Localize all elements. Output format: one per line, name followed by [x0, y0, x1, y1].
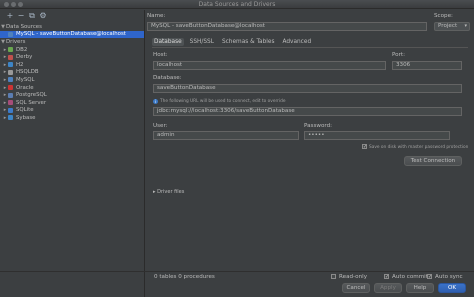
tree-item-driver[interactable]: ▸ Sybase	[0, 114, 144, 122]
test-connection-button[interactable]: Test Connection	[404, 156, 462, 166]
copy-icon[interactable]: ⧉	[28, 11, 36, 20]
tab-ssh-ssl[interactable]: SSH/SSL	[188, 38, 216, 46]
read-only-label: Read-only	[339, 274, 368, 280]
driver-files-toggle[interactable]: ▸ Driver files	[153, 189, 184, 195]
scope-select-value: Project	[438, 23, 458, 29]
auto-sync-label: Auto sync	[435, 274, 463, 280]
database-driver-icon	[8, 54, 13, 60]
tree-item-driver[interactable]: ▸ HSQLDB	[0, 69, 144, 77]
database-label: Database:	[153, 75, 182, 81]
name-field[interactable]: MySQL - saveButtonDatabase@localhost	[147, 22, 427, 31]
database-driver-icon	[8, 107, 13, 113]
tree-group-drivers[interactable]: ▼ Drivers	[0, 38, 144, 46]
tree-item-label: SQL Server	[16, 99, 47, 106]
chevron-down-icon: ▾	[464, 23, 467, 29]
tree-item-label: Oracle	[16, 84, 34, 91]
tree-item-driver[interactable]: ▸ SQL Server	[0, 99, 144, 107]
drivers-list: ▸ DB2 ▸ Derby ▸ H2 ▸ HSQLDB ▸ MySQL ▸ Oracle ▸ Postgr…	[0, 46, 144, 122]
sidebar: + − ⧉ ⚙ ▼ Data Sources MySQL - saveButto…	[0, 10, 145, 297]
save-password-checkbox[interactable]: ✓	[362, 144, 367, 150]
scope-label: Scope:	[434, 13, 453, 19]
status-summary: 0 tables 0 procedures	[154, 274, 215, 280]
database-driver-icon	[8, 62, 13, 68]
tab-database[interactable]: Database	[152, 38, 184, 46]
port-field[interactable]: 3306	[392, 61, 462, 70]
tree-item-label: MySQL - saveButtonDatabase@localhost	[16, 31, 126, 38]
database-field[interactable]: saveButtonDatabase	[153, 84, 462, 93]
driver-files-label: Driver files	[157, 189, 185, 195]
read-only-checkbox[interactable]	[331, 274, 336, 279]
tree-item-driver[interactable]: ▸ DB2	[0, 46, 144, 54]
database-driver-icon	[8, 69, 13, 75]
settings-icon[interactable]: ⚙	[39, 11, 47, 20]
url-field[interactable]: jdbc:mysql://localhost:3306/saveButtonDa…	[153, 107, 462, 116]
tree-item-label: PostgreSQL	[16, 92, 47, 99]
tree-group-data-sources[interactable]: ▼ Data Sources	[0, 23, 144, 31]
tree-item-selected-source[interactable]: MySQL - saveButtonDatabase@localhost	[0, 30, 144, 39]
tree-item-label: Derby	[16, 54, 33, 61]
info-icon: i	[153, 99, 158, 104]
footer-divider	[0, 271, 474, 272]
tree-item-driver[interactable]: ▸ Oracle	[0, 84, 144, 92]
tree-item-label: H2	[16, 61, 24, 68]
password-label: Password:	[304, 123, 333, 129]
url-info-text: The following URL will be used to connec…	[160, 99, 286, 104]
apply-button[interactable]: Apply	[374, 283, 402, 293]
auto-sync-checkbox[interactable]: ✓	[427, 274, 432, 280]
port-label: Port:	[392, 52, 405, 58]
tree-group-label: Drivers	[6, 38, 26, 45]
host-label: Host:	[153, 52, 168, 58]
user-label: User:	[153, 123, 168, 129]
database-driver-icon	[8, 85, 13, 91]
title-bar: Data Sources and Drivers	[0, 0, 474, 9]
database-driver-icon	[8, 47, 13, 53]
tree-item-label: MySQL	[16, 76, 35, 83]
tab-strip: Database SSH/SSL Schemas & Tables Advanc…	[152, 38, 313, 46]
main-panel: Name: MySQL - saveButtonDatabase@localho…	[146, 10, 474, 297]
tree-item-driver[interactable]: ▸ Derby	[0, 53, 144, 61]
tree-group-label: Data Sources	[6, 23, 42, 30]
window-title: Data Sources and Drivers	[198, 1, 276, 8]
help-button[interactable]: Help	[406, 283, 434, 293]
tree-item-driver[interactable]: ▸ SQLite	[0, 107, 144, 115]
database-driver-icon	[8, 100, 13, 106]
tree-item-driver[interactable]: ▸ PostgreSQL	[0, 91, 144, 99]
tree-item-label: Sybase	[16, 114, 36, 121]
auto-commit-checkbox[interactable]: ✓	[384, 274, 389, 280]
tree-item-label: HSQLDB	[16, 69, 39, 76]
tree-item-driver[interactable]: ▸ MySQL	[0, 76, 144, 84]
scope-select[interactable]: Project ▾	[434, 22, 470, 31]
tab-schemas-tables[interactable]: Schemas & Tables	[220, 38, 277, 46]
sidebar-toolbar: + − ⧉ ⚙	[0, 10, 144, 21]
tree-item-label: DB2	[16, 46, 28, 53]
auto-commit-label: Auto commit	[392, 274, 428, 280]
host-field[interactable]: localhost	[153, 61, 386, 70]
ok-button[interactable]: OK	[438, 283, 466, 293]
user-field[interactable]: admin	[153, 131, 299, 140]
database-driver-icon	[8, 115, 13, 121]
data-source-tree: ▼ Data Sources MySQL - saveButtonDatabas…	[0, 23, 144, 122]
database-driver-icon	[8, 92, 13, 98]
remove-icon[interactable]: −	[17, 11, 25, 20]
cancel-button[interactable]: Cancel	[342, 283, 370, 293]
password-field[interactable]: •••••	[304, 131, 450, 140]
tree-item-driver[interactable]: ▸ H2	[0, 61, 144, 69]
add-icon[interactable]: +	[6, 11, 14, 20]
tab-divider	[152, 47, 468, 48]
mysql-icon	[8, 31, 13, 37]
database-driver-icon	[8, 77, 13, 83]
tab-advanced[interactable]: Advanced	[280, 38, 313, 46]
tree-item-label: SQLite	[16, 107, 34, 114]
save-password-label: Save on disk with master password protec…	[369, 145, 469, 150]
name-label: Name:	[147, 13, 166, 19]
